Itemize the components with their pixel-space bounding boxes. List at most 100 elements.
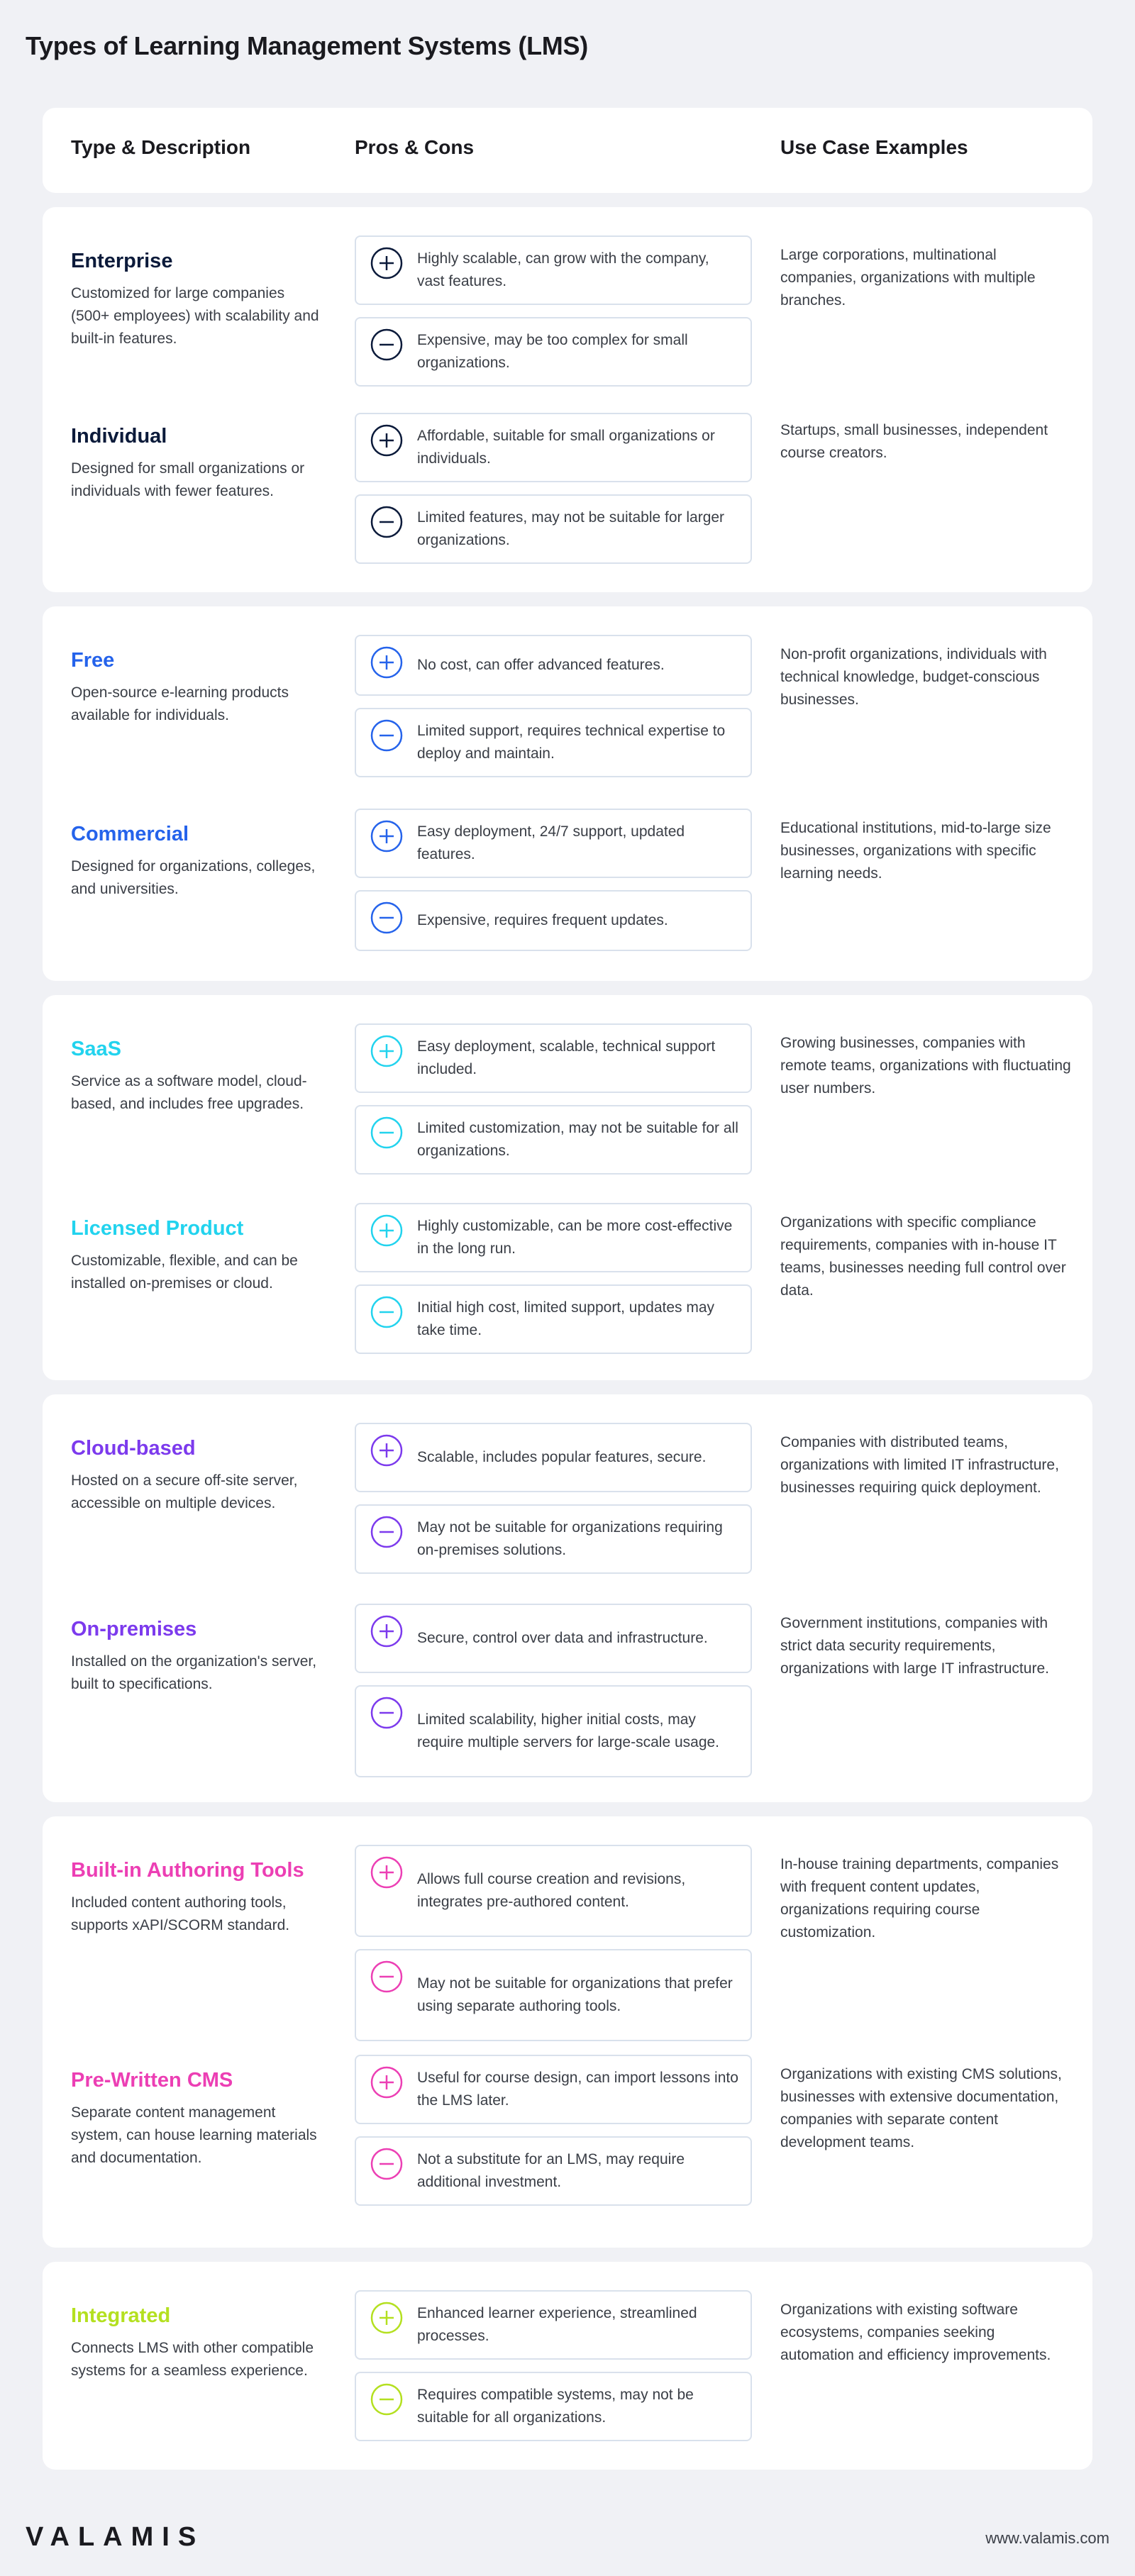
minus-circle-icon [370,328,403,361]
pro-box: No cost, can offer advanced features. [355,635,752,696]
con-box: Expensive, requires frequent updates. [355,890,752,951]
column-header-card: Type & Description Pros & Cons Use Case … [43,108,1092,193]
type-name: Integrated [71,2304,171,2327]
use-case-text: Large corporations, multinational compan… [780,247,1036,309]
plus-circle-icon [370,1035,403,1067]
pro-text: Affordable, suitable for small organizat… [417,428,715,467]
type-name: SaaS [71,1038,121,1060]
pro-text: Secure, control over data and infrastruc… [417,1630,708,1646]
valamis-logo: VALAMIS [26,2522,205,2552]
type-name: Individual [71,425,167,448]
website-link[interactable]: www.valamis.com [985,2529,1109,2548]
use-case-text: Organizations with specific compliance r… [780,1214,1066,1299]
pro-box: Useful for course design, can import les… [355,2055,752,2124]
lms-group-card: Free Open-source e-learning products avai… [43,606,1092,981]
pro-text: Highly customizable, can be more cost-ef… [417,1218,733,1257]
column-header-type: Type & Description [71,136,251,158]
con-box: Limited features, may not be suitable fo… [355,494,752,564]
type-name: Built-in Authoring Tools [71,1859,304,1882]
con-text: Limited scalability, higher initial cost… [417,1711,720,1750]
pro-box: Enhanced learner experience, streamlined… [355,2290,752,2360]
use-case-text: In-house training departments, companies… [780,1856,1059,1941]
use-case-text: Growing businesses, companies with remot… [780,1035,1071,1097]
minus-circle-icon [370,506,403,538]
minus-circle-icon [370,1116,403,1149]
con-box: Limited support, requires technical expe… [355,708,752,777]
type-name: Commercial [71,823,189,845]
pro-box: Highly customizable, can be more cost-ef… [355,1203,752,1272]
type-name: Licensed Product [71,1217,244,1240]
minus-circle-icon [370,2383,403,2416]
use-case-text: Organizations with existing software eco… [780,2302,1051,2363]
minus-circle-icon [370,1296,403,1328]
type-description: Connects LMS with other compatible syste… [71,2340,314,2379]
pro-box: Easy deployment, scalable, technical sup… [355,1023,752,1093]
pro-text: Easy deployment, 24/7 support, updated f… [417,823,685,862]
lms-group-card: Cloud-based Hosted on a secure off-site s… [43,1394,1092,1802]
con-box: Not a substitute for an LMS, may require… [355,2136,752,2206]
lms-group-card: Built-in Authoring Tools Included content… [43,1816,1092,2248]
type-name: On-premises [71,1618,197,1640]
use-case-text: Startups, small businesses, independent … [780,422,1048,461]
minus-circle-icon [370,719,403,752]
minus-circle-icon [370,1516,403,1548]
con-text: Limited support, requires technical expe… [417,723,726,762]
lms-group-card: Integrated Connects LMS with other compat… [43,2262,1092,2470]
plus-circle-icon [370,2302,403,2334]
use-case-text: Companies with distributed teams, organi… [780,1434,1059,1496]
column-header-use-cases: Use Case Examples [780,136,968,158]
plus-circle-icon [370,247,403,279]
type-description: Installed on the organization's server, … [71,1653,317,1692]
use-case-text: Non-profit organizations, individuals wi… [780,646,1047,708]
type-description: Designed for small organizations or indi… [71,460,305,499]
con-box: Requires compatible systems, may not be … [355,2372,752,2441]
minus-circle-icon [370,1960,403,1993]
type-description: Designed for organizations, colleges, an… [71,858,316,897]
con-box: May not be suitable for organizations th… [355,1949,752,2041]
minus-circle-icon [370,901,403,934]
pro-text: No cost, can offer advanced features. [417,657,665,673]
plus-circle-icon [370,2066,403,2099]
plus-circle-icon [370,1856,403,1889]
plus-circle-icon [370,1615,403,1648]
type-description: Included content authoring tools, suppor… [71,1894,290,1933]
con-text: May not be suitable for organizations re… [417,1519,723,1558]
type-name: Enterprise [71,250,173,272]
lms-group-card: SaaS Service as a software model, cloud-b… [43,995,1092,1380]
type-name: Cloud-based [71,1437,196,1460]
pro-box: Allows full course creation and revision… [355,1845,752,1937]
con-box: Initial high cost, limited support, upda… [355,1284,752,1354]
type-description: Hosted on a secure off-site server, acce… [71,1472,298,1511]
column-header-pros-cons: Pros & Cons [355,136,475,158]
pro-text: Enhanced learner experience, streamlined… [417,2305,697,2344]
pro-box: Easy deployment, 24/7 support, updated f… [355,809,752,878]
pro-text: Scalable, includes popular features, sec… [417,1449,707,1465]
use-case-text: Organizations with existing CMS solution… [780,2066,1062,2150]
pro-text: Allows full course creation and revision… [417,1871,686,1910]
pro-text: Useful for course design, can import les… [417,2070,738,2109]
pro-box: Secure, control over data and infrastruc… [355,1604,752,1673]
plus-circle-icon [370,646,403,679]
plus-circle-icon [370,1434,403,1467]
con-text: Not a substitute for an LMS, may require… [417,2151,685,2190]
con-box: Expensive, may be too complex for small … [355,317,752,387]
con-text: Initial high cost, limited support, upda… [417,1299,715,1338]
con-text: Limited features, may not be suitable fo… [417,509,725,548]
pro-text: Easy deployment, scalable, technical sup… [417,1038,716,1077]
use-case-text: Government institutions, companies with … [780,1615,1049,1677]
minus-circle-icon [370,2148,403,2180]
con-text: Expensive, requires frequent updates. [417,912,668,928]
type-name: Free [71,649,115,672]
plus-circle-icon [370,820,403,853]
con-text: Expensive, may be too complex for small … [417,332,688,371]
pro-box: Affordable, suitable for small organizat… [355,413,752,482]
con-text: Limited customization, may not be suitab… [417,1120,738,1159]
type-description: Customized for large companies (500+ emp… [71,285,319,347]
page-title: Types of Learning Management Systems (LM… [26,31,588,60]
con-box: Limited scalability, higher initial cost… [355,1685,752,1777]
con-box: May not be suitable for organizations re… [355,1504,752,1574]
use-case-text: Educational institutions, mid-to-large s… [780,820,1051,882]
type-name: Pre-Written CMS [71,2069,233,2092]
type-description: Service as a software model, cloud-based… [71,1073,307,1112]
type-description: Separate content management system, can … [71,2104,317,2166]
